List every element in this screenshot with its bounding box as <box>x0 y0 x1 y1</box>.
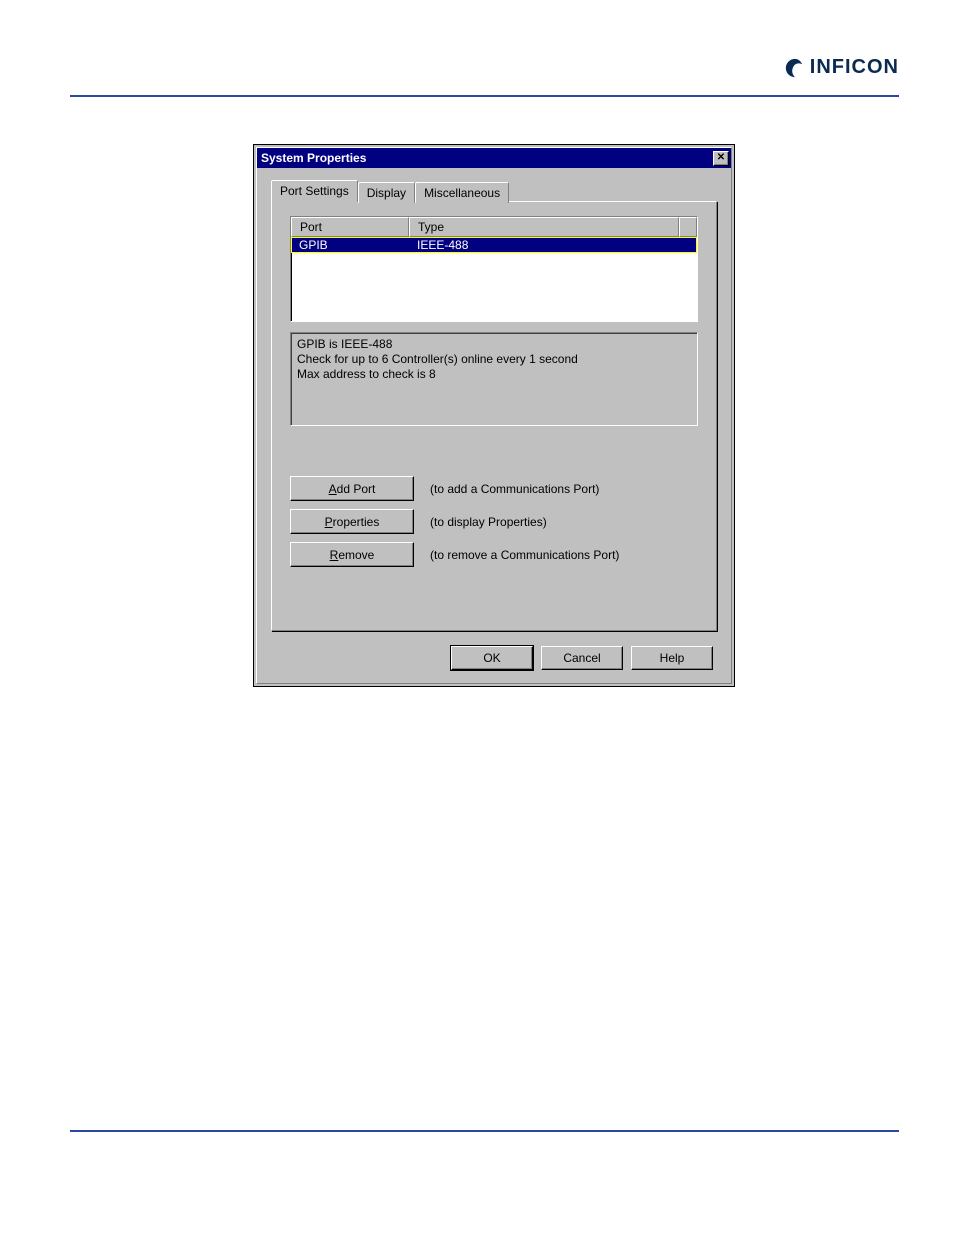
dialog-outer-border: System Properties ✕ Port Settings Displa… <box>253 144 735 687</box>
action-row-add: Add Port (to add a Communications Port) <box>290 476 698 501</box>
action-button-group: Add Port (to add a Communications Port) … <box>290 476 698 567</box>
tab-display[interactable]: Display <box>358 182 415 203</box>
add-port-desc: (to add a Communications Port) <box>430 482 599 496</box>
listview-header: Port Type <box>291 217 697 237</box>
ports-listview[interactable]: Port Type GPIB IEEE-488 <box>290 216 698 322</box>
tab-miscellaneous[interactable]: Miscellaneous <box>415 182 509 203</box>
footer-rule <box>70 1130 899 1132</box>
btn-mnemonic: P <box>325 515 333 529</box>
dialog-title: System Properties <box>261 151 366 165</box>
dialog-client-area: Port Settings Display Miscellaneous Port… <box>257 168 731 683</box>
list-item[interactable]: GPIB IEEE-488 <box>291 237 697 253</box>
properties-button[interactable]: Properties <box>290 509 414 534</box>
column-header-port[interactable]: Port <box>291 217 409 237</box>
system-properties-dialog: System Properties ✕ Port Settings Displa… <box>256 147 732 684</box>
action-row-properties: Properties (to display Properties) <box>290 509 698 534</box>
help-button[interactable]: Help <box>631 646 713 670</box>
dialog-button-row: OK Cancel Help <box>451 646 713 670</box>
info-line-2: Check for up to 6 Controller(s) online e… <box>297 352 691 367</box>
port-info-panel: GPIB is IEEE-488 Check for up to 6 Contr… <box>290 332 698 426</box>
action-row-remove: Remove (to remove a Communications Port) <box>290 542 698 567</box>
tab-panel-port-settings: Port Type GPIB IEEE-488 GPIB is IEEE-488… <box>271 201 717 631</box>
btn-mnemonic: A <box>329 482 337 496</box>
close-button[interactable]: ✕ <box>713 151 729 166</box>
tab-label: Miscellaneous <box>424 186 500 200</box>
tab-port-settings[interactable]: Port Settings <box>271 180 358 202</box>
btn-post: emove <box>338 548 374 562</box>
brand-logo: INFICON <box>784 56 899 79</box>
remove-button[interactable]: Remove <box>290 542 414 567</box>
btn-post: dd Port <box>337 482 376 496</box>
info-line-1: GPIB is IEEE-488 <box>297 337 691 352</box>
column-header-scroll-stub <box>679 217 697 237</box>
tab-label: Display <box>367 186 406 200</box>
add-port-button[interactable]: Add Port <box>290 476 414 501</box>
cell-port: GPIB <box>291 237 409 253</box>
info-line-3: Max address to check is 8 <box>297 367 691 382</box>
brand-name: INFICON <box>810 56 899 79</box>
cell-type: IEEE-488 <box>409 237 697 253</box>
ok-button[interactable]: OK <box>451 646 533 670</box>
dialog-titlebar[interactable]: System Properties ✕ <box>257 148 731 168</box>
column-header-type[interactable]: Type <box>409 217 679 237</box>
btn-mnemonic: R <box>330 548 339 562</box>
document-page: INFICON System Properties ✕ Port Setting… <box>0 0 954 1235</box>
properties-desc: (to display Properties) <box>430 515 547 529</box>
tab-label: Port Settings <box>280 184 349 198</box>
inficon-swirl-icon <box>784 57 806 79</box>
cancel-button[interactable]: Cancel <box>541 646 623 670</box>
header-rule <box>70 95 899 97</box>
close-icon: ✕ <box>717 153 725 163</box>
remove-desc: (to remove a Communications Port) <box>430 548 619 562</box>
tab-strip: Port Settings Display Miscellaneous <box>271 180 717 201</box>
btn-post: roperties <box>333 515 380 529</box>
